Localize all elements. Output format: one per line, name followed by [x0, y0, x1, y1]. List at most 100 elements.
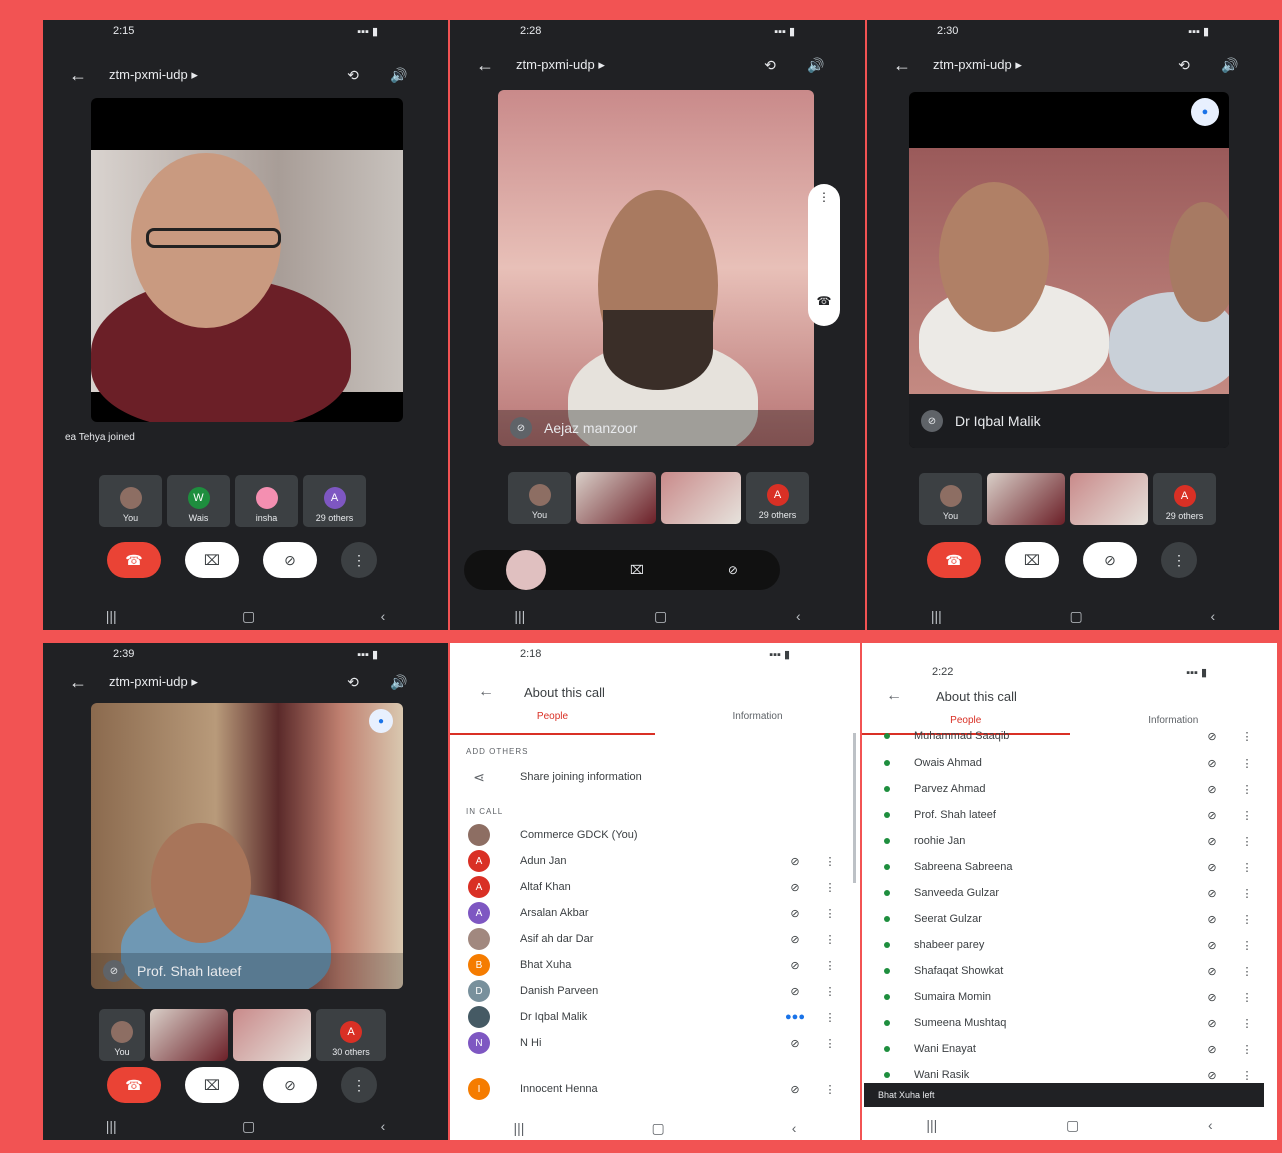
nav-back-icon[interactable]: ‹	[381, 608, 386, 624]
nav-back-icon[interactable]: ‹	[796, 608, 801, 624]
recent-apps-icon[interactable]: |||	[514, 608, 525, 624]
more-icon[interactable]: ⋮	[1237, 913, 1257, 926]
list-item[interactable]: Sabreena Sabreena ⊘ ⋮	[880, 855, 1257, 879]
back-icon[interactable]: ←	[478, 683, 494, 701]
speaker-icon[interactable]: 🔊	[1207, 57, 1253, 74]
nav-back-icon[interactable]: ‹	[381, 1118, 386, 1134]
more-icon[interactable]: ⋮	[1237, 861, 1257, 874]
end-call-button[interactable]: ☎	[927, 542, 981, 578]
more-icon[interactable]: ⋮	[1237, 991, 1257, 1004]
tile-video-2[interactable]	[233, 1009, 311, 1061]
list-item[interactable]: A Adun Jan ⊘ ⋮	[468, 849, 840, 873]
end-call-button[interactable]: ☎	[107, 1067, 161, 1103]
tile-video-1[interactable]	[150, 1009, 228, 1061]
call-code[interactable]: ztm-pxmi-udp ▸	[933, 57, 1161, 73]
list-item[interactable]: I Innocent Henna ⊘ ⋮	[468, 1077, 840, 1101]
tile-insha[interactable]: insha	[235, 475, 298, 527]
call-code[interactable]: ztm-pxmi-udp ▸	[109, 674, 330, 690]
list-item[interactable]: Asif ah dar Dar ⊘ ⋮	[468, 927, 840, 951]
tile-others[interactable]: A 30 others	[316, 1009, 386, 1061]
pip-thumbnail[interactable]	[506, 550, 547, 590]
more-icon[interactable]: ⋮	[1237, 887, 1257, 900]
list-item[interactable]: Seerat Gulzar ⊘ ⋮	[880, 907, 1257, 931]
pin-icon[interactable]: ●	[1191, 98, 1219, 126]
list-item[interactable]: Shafaqat Showkat ⊘ ⋮	[880, 959, 1257, 983]
list-item[interactable]: Sanveeda Gulzar ⊘ ⋮	[880, 881, 1257, 905]
recent-apps-icon[interactable]: |||	[106, 608, 117, 624]
tile-you[interactable]: You	[508, 472, 571, 524]
more-icon[interactable]: ⋮	[820, 881, 840, 894]
tile-others[interactable]: A 29 others	[303, 475, 366, 527]
call-code[interactable]: ztm-pxmi-udp ▸	[516, 57, 747, 73]
more-icon[interactable]: ⋮	[1237, 939, 1257, 952]
more-icon[interactable]: ⋮	[808, 190, 840, 204]
call-icon[interactable]: ☎	[808, 294, 840, 308]
list-item[interactable]: Commerce GDCK (You)	[468, 823, 840, 847]
more-icon[interactable]: ⋮	[1237, 783, 1257, 796]
list-item[interactable]: A Arsalan Akbar ⊘ ⋮	[468, 901, 840, 925]
more-icon[interactable]: ⋮	[1237, 1043, 1257, 1056]
back-icon[interactable]: ←	[69, 65, 109, 86]
tile-you[interactable]: You	[99, 475, 162, 527]
more-button[interactable]: ⋮	[341, 1067, 377, 1103]
more-button[interactable]: ⋮	[341, 542, 377, 578]
nav-back-icon[interactable]: ‹	[1210, 608, 1215, 624]
list-item[interactable]: B Bhat Xuha ⊘ ⋮	[468, 953, 840, 977]
more-icon[interactable]: ⋮	[1237, 809, 1257, 822]
tile-video-1[interactable]	[987, 473, 1065, 525]
recent-apps-icon[interactable]: |||	[514, 1120, 525, 1136]
more-icon[interactable]: ⋮	[1237, 730, 1257, 743]
camera-switch-icon[interactable]: ⟲	[1161, 57, 1207, 74]
more-icon[interactable]: ⋮	[1237, 1017, 1257, 1030]
list-item[interactable]: Sumaira Momin ⊘ ⋮	[880, 985, 1257, 1009]
back-icon[interactable]: ←	[69, 672, 109, 693]
more-icon[interactable]: ⋮	[820, 985, 840, 998]
tile-video-1[interactable]	[576, 472, 656, 524]
back-icon[interactable]: ←	[886, 687, 902, 705]
more-icon[interactable]: ⋮	[1237, 757, 1257, 770]
tile-others[interactable]: A 29 others	[746, 472, 809, 524]
more-icon[interactable]: ⋮	[1237, 835, 1257, 848]
more-icon[interactable]: ⋮	[820, 959, 840, 972]
camera-off-button[interactable]: ⌧	[185, 542, 239, 578]
share-row[interactable]: ⋖ Share joining information	[468, 765, 840, 789]
mic-off-button[interactable]: ⊘	[1083, 542, 1137, 578]
list-item[interactable]: roohie Jan ⊘ ⋮	[880, 829, 1257, 853]
tab-people[interactable]: People	[450, 711, 655, 735]
list-item[interactable]: D Danish Parveen ⊘ ⋮	[468, 979, 840, 1003]
more-icon[interactable]: ⋮	[1237, 1069, 1257, 1082]
more-icon[interactable]: ⋮	[820, 1011, 840, 1024]
list-item[interactable]: N N Hi ⊘ ⋮	[468, 1031, 840, 1055]
nav-back-icon[interactable]: ‹	[1208, 1117, 1213, 1133]
home-icon[interactable]: ▢	[1066, 1117, 1079, 1134]
back-icon[interactable]: ←	[476, 55, 516, 76]
tile-wais[interactable]: W Wais	[167, 475, 230, 527]
home-icon[interactable]: ▢	[654, 608, 667, 625]
camera-off-button[interactable]: ⌧	[185, 1067, 239, 1103]
home-icon[interactable]: ▢	[1070, 608, 1083, 625]
home-icon[interactable]: ▢	[242, 608, 255, 625]
home-icon[interactable]: ▢	[651, 1120, 664, 1137]
list-item[interactable]: Parvez Ahmad ⊘ ⋮	[880, 777, 1257, 801]
tab-information[interactable]: Information	[655, 711, 860, 735]
recent-apps-icon[interactable]: |||	[926, 1117, 937, 1133]
speaker-icon[interactable]: 🔊	[376, 674, 422, 691]
list-item[interactable]: A Altaf Khan ⊘ ⋮	[468, 875, 840, 899]
mic-off-button[interactable]: ⊘	[263, 542, 317, 578]
more-icon[interactable]: ⋮	[820, 907, 840, 920]
speaker-icon[interactable]: 🔊	[376, 67, 422, 84]
camera-switch-icon[interactable]: ⟲	[330, 67, 376, 84]
back-icon[interactable]: ←	[893, 55, 933, 76]
camera-switch-icon[interactable]: ⟲	[747, 57, 793, 74]
tile-video-2[interactable]	[661, 472, 741, 524]
list-item[interactable]: Sumeena Mushtaq ⊘ ⋮	[880, 1011, 1257, 1035]
more-icon[interactable]: ⋮	[820, 855, 840, 868]
more-icon[interactable]: ⋮	[820, 1037, 840, 1050]
more-icon[interactable]: ⋮	[1237, 965, 1257, 978]
scrollbar[interactable]	[853, 733, 856, 883]
pin-icon[interactable]: ●	[369, 709, 393, 733]
floating-menu[interactable]: ⋮ ☎	[808, 184, 840, 326]
camera-switch-icon[interactable]: ⟲	[330, 674, 376, 691]
list-item[interactable]: Dr Iqbal Malik ●●● ⋮	[468, 1005, 840, 1029]
list-item[interactable]: Wani Enayat ⊘ ⋮	[880, 1037, 1257, 1061]
